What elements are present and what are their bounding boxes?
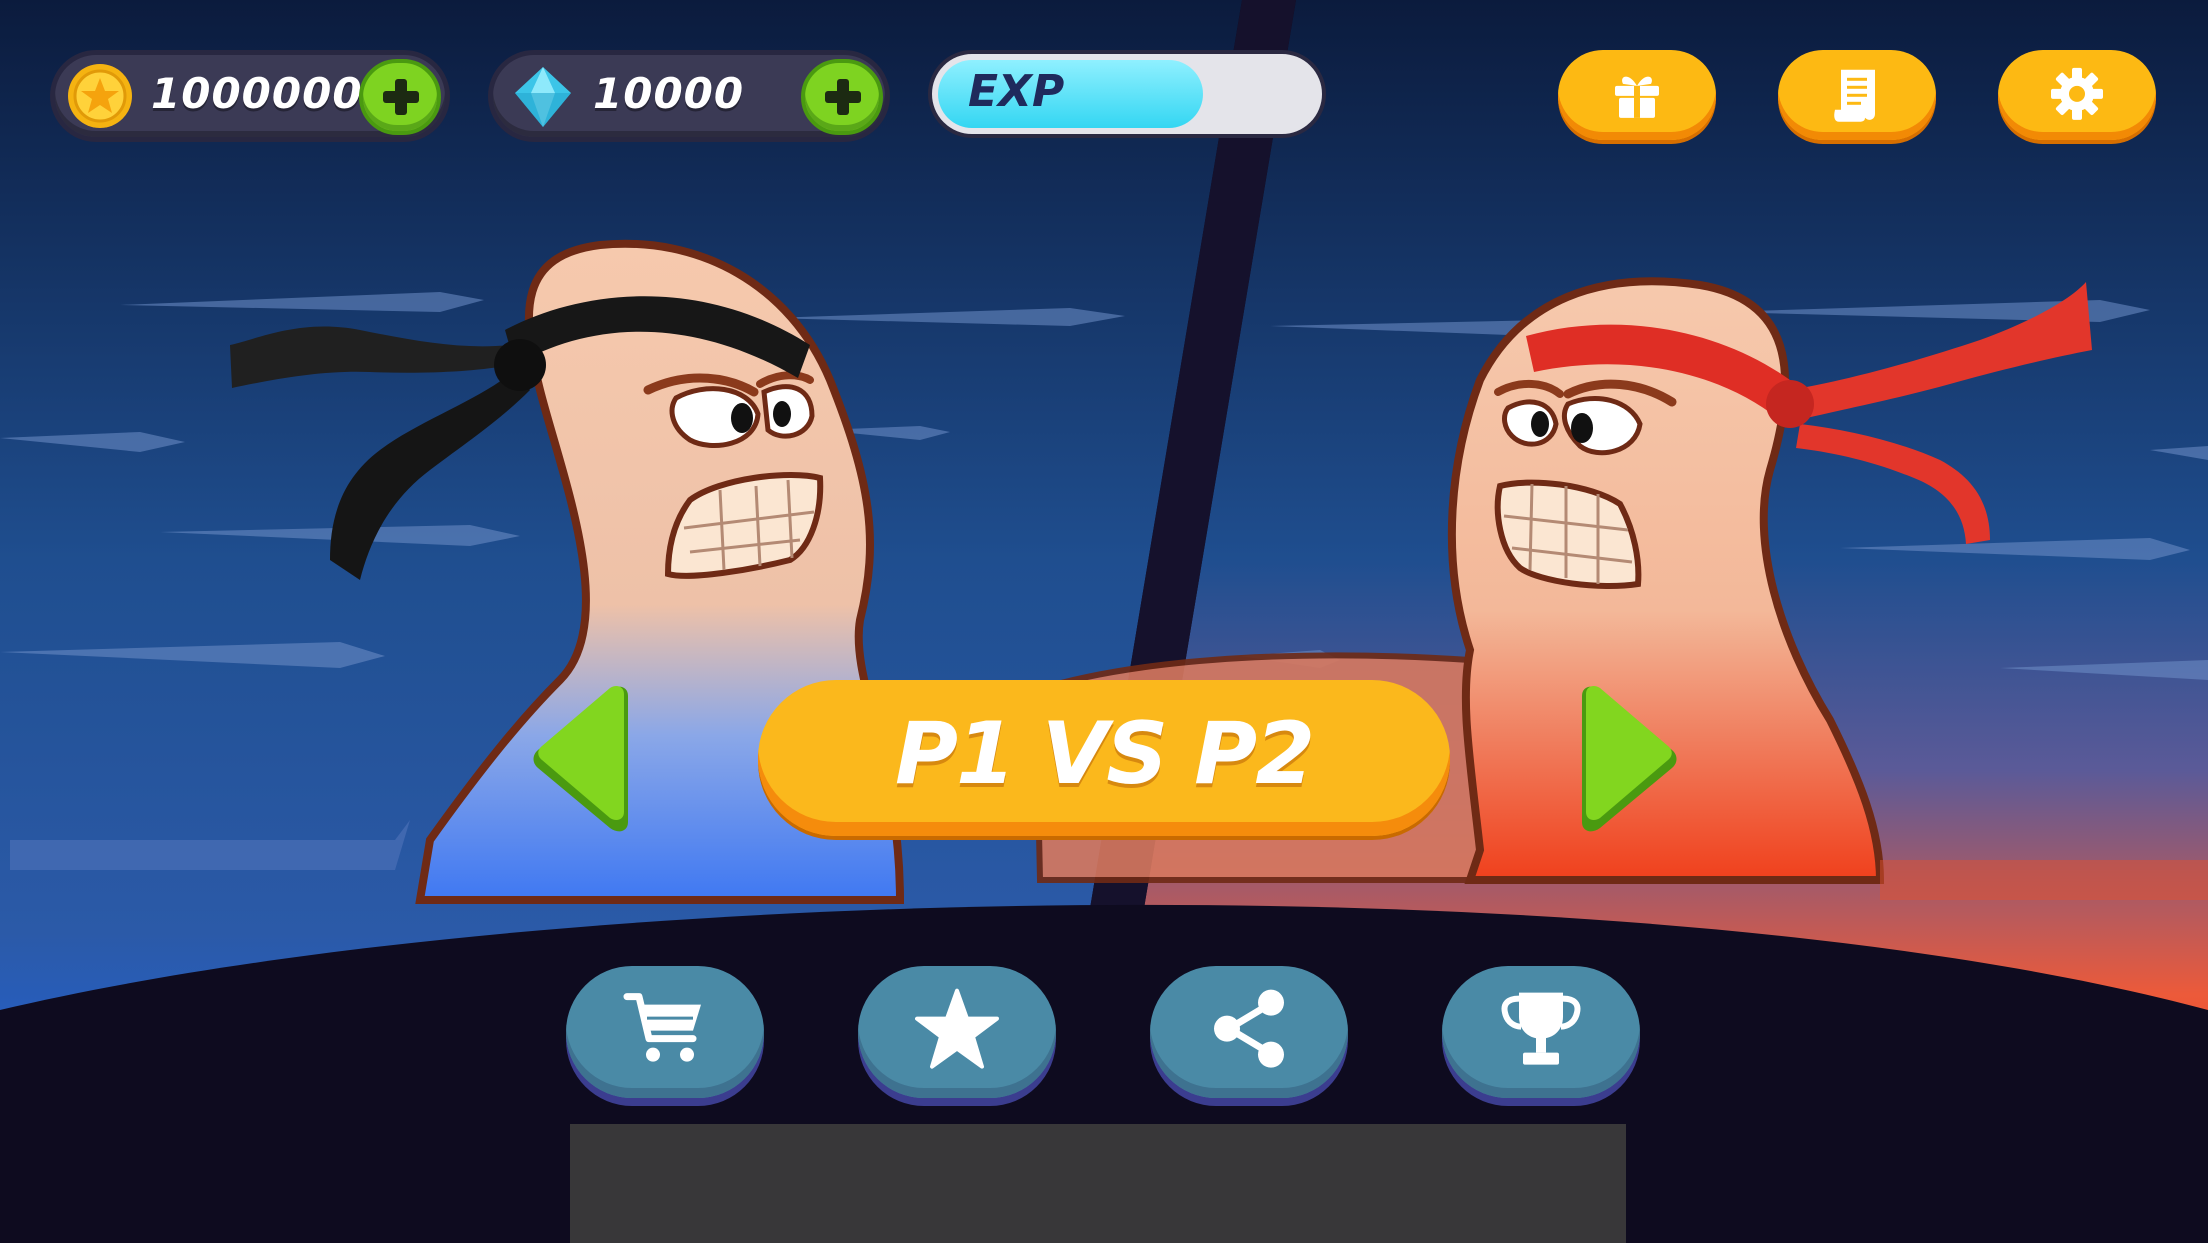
gift-button[interactable] bbox=[1558, 50, 1716, 140]
gift-icon bbox=[1615, 76, 1659, 118]
coin-counter: 100000000 bbox=[50, 50, 450, 142]
settings-button[interactable] bbox=[1998, 50, 2156, 140]
exp-label: EXP bbox=[968, 66, 1065, 117]
exp-bar: EXP bbox=[928, 50, 1326, 138]
shopping-cart-icon bbox=[623, 993, 701, 1062]
previous-mode-button[interactable] bbox=[528, 686, 636, 832]
add-gems-button[interactable] bbox=[801, 59, 883, 135]
scroll-checklist-icon bbox=[1834, 69, 1875, 122]
rate-button[interactable] bbox=[858, 966, 1056, 1098]
trophy-icon bbox=[1501, 992, 1581, 1065]
plus-icon bbox=[383, 79, 419, 115]
leaderboard-button[interactable] bbox=[1442, 966, 1640, 1098]
share-icon bbox=[1214, 989, 1284, 1068]
banner-ad-area bbox=[570, 1124, 1626, 1243]
play-mode-label: P1 VS P2 bbox=[894, 704, 1315, 804]
gold-coin-star-icon bbox=[68, 64, 132, 128]
shop-button[interactable] bbox=[566, 966, 764, 1098]
star-icon bbox=[915, 988, 999, 1069]
gem-amount: 10000 bbox=[593, 69, 745, 118]
background-scene bbox=[0, 0, 2208, 1243]
left-arrow-icon bbox=[533, 686, 628, 832]
game-main-menu: 100000000 10000 EXP P1 VS P2 bbox=[0, 0, 2208, 1243]
plus-icon bbox=[825, 79, 861, 115]
gear-icon bbox=[2051, 67, 2103, 120]
gem-counter: 10000 bbox=[488, 50, 890, 142]
right-arrow-icon bbox=[1582, 686, 1677, 832]
next-mode-button[interactable] bbox=[1574, 686, 1682, 832]
blue-diamond-icon bbox=[515, 67, 571, 127]
share-button[interactable] bbox=[1150, 966, 1348, 1098]
add-coins-button[interactable] bbox=[359, 59, 441, 135]
missions-button[interactable] bbox=[1778, 50, 1936, 140]
play-mode-button[interactable]: P1 VS P2 bbox=[758, 680, 1450, 836]
